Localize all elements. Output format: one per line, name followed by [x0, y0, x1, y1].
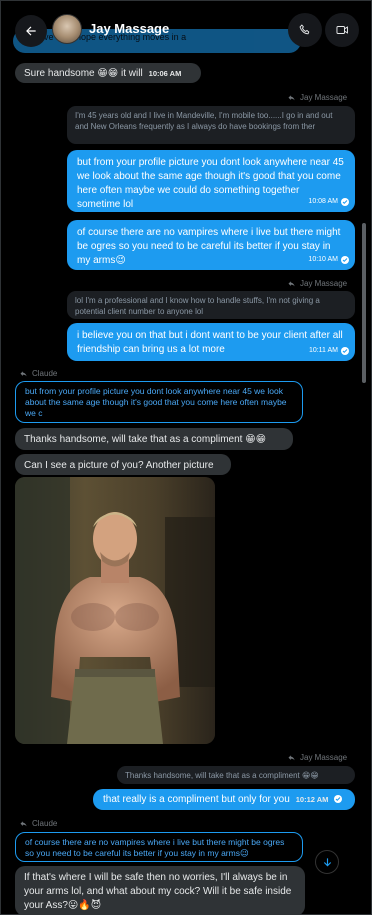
conversation-header: Jay Massage	[1, 1, 371, 61]
scroll-to-bottom-button[interactable]	[315, 850, 339, 874]
message-text: that really is a compliment but only for…	[103, 794, 290, 805]
reply-icon	[288, 754, 295, 760]
quoted-message[interactable]: but from your profile picture you dont l…	[15, 381, 303, 423]
message-time: 10:12 AM	[295, 795, 329, 804]
reply-context-label: Jay Massage	[287, 753, 347, 762]
sent-message[interactable]: that really is a compliment but only for…	[93, 789, 355, 810]
message-time: 10:11 AM	[308, 347, 338, 354]
phone-icon	[299, 24, 310, 35]
message-time: 10:06 AM	[148, 69, 182, 78]
message-meta: 10:11 AM	[309, 344, 349, 358]
sent-message[interactable]: but from your profile picture you dont l…	[67, 150, 355, 212]
reply-sender-name: Jay Massage	[300, 753, 348, 762]
reply-icon	[288, 280, 295, 286]
back-button[interactable]	[15, 15, 47, 47]
conversation-title[interactable]: Jay Massage	[89, 21, 169, 36]
quoted-text: lol I'm a professional and I know how to…	[75, 296, 320, 316]
photo-image	[15, 477, 215, 744]
video-call-button[interactable]	[325, 13, 359, 47]
scrollbar-thumb[interactable]	[362, 223, 366, 383]
message-text: of course there are no vampires where i …	[77, 227, 341, 266]
quoted-text: I'm 45 years old and I live in Mandevill…	[75, 111, 333, 131]
reply-context-label: Jay Massage	[287, 279, 347, 288]
received-message[interactable]: Can I see a picture of you? Another pict…	[15, 454, 231, 475]
avatar[interactable]	[52, 14, 82, 44]
reply-context-label: Jay Massage	[287, 93, 347, 102]
quoted-text: Thanks handsome, will take that as a com…	[125, 771, 319, 780]
check-icon	[341, 256, 349, 264]
message-time: 10:08 AM	[308, 198, 338, 205]
message-meta: 10:08 AM	[308, 195, 349, 209]
check-icon	[341, 198, 349, 206]
quoted-message[interactable]: I'm 45 years old and I live in Mandevill…	[67, 106, 355, 144]
message-text: but from your profile picture you dont l…	[77, 157, 344, 210]
back-arrow-icon	[26, 26, 36, 36]
reply-icon	[20, 820, 27, 826]
message-time: 10:10 AM	[308, 256, 338, 263]
message-text: Sure handsome 😁😁 it will	[24, 68, 143, 79]
reply-sender-name: Claude	[32, 819, 58, 828]
quoted-text: but from your profile picture you dont l…	[25, 386, 287, 418]
message-meta: 10:10 AM	[308, 253, 349, 267]
reply-icon	[288, 94, 295, 100]
message-text: Can I see a picture of you? Another pict…	[24, 460, 214, 471]
shared-photo[interactable]	[15, 477, 215, 744]
reply-sender-name: Jay Massage	[300, 279, 348, 288]
check-icon	[334, 795, 343, 804]
reply-sender-name: Claude	[32, 369, 58, 378]
dm-conversation: positive ab... hope everything moves in …	[0, 0, 372, 915]
received-message[interactable]: Sure handsome 😁😁 it will 10:06 AM	[15, 63, 201, 83]
quoted-message[interactable]: Thanks handsome, will take that as a com…	[117, 766, 355, 784]
quoted-message[interactable]: of course there are no vampires where i …	[15, 832, 303, 862]
received-message[interactable]: Thanks handsome, will take that as a com…	[15, 428, 293, 450]
reply-context-label: Claude	[19, 369, 57, 378]
quoted-message[interactable]: lol I'm a professional and I know how to…	[67, 291, 355, 319]
reply-sender-name: Jay Massage	[300, 93, 348, 102]
sent-message[interactable]: of course there are no vampires where i …	[67, 220, 355, 270]
reply-icon	[20, 370, 27, 376]
sent-message[interactable]: i believe you on that but i dont want to…	[67, 323, 355, 361]
video-icon	[335, 26, 348, 34]
message-text: If that's where I will be safe then no w…	[24, 872, 292, 911]
check-icon	[341, 347, 349, 355]
reply-context-label: Claude	[19, 819, 57, 828]
call-button[interactable]	[288, 13, 322, 47]
message-text: i believe you on that but i dont want to…	[77, 330, 343, 355]
quoted-text: of course there are no vampires where i …	[25, 837, 285, 858]
received-message[interactable]: If that's where I will be safe then no w…	[15, 866, 305, 914]
message-text: Thanks handsome, will take that as a com…	[24, 434, 267, 445]
arrow-down-icon	[323, 857, 331, 867]
